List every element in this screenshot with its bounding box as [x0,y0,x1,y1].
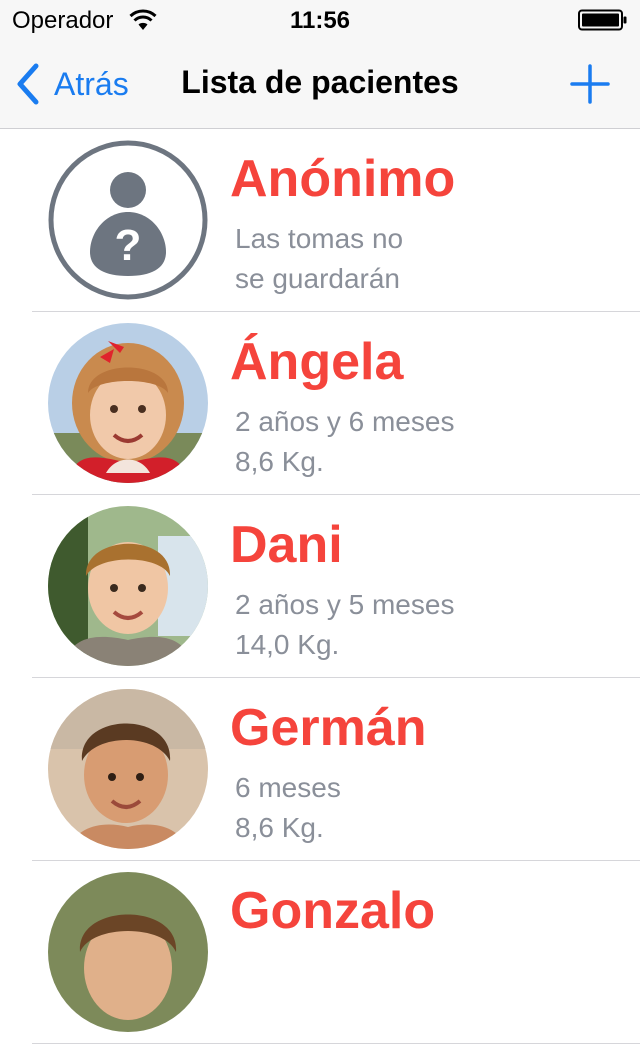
patient-weight: 14,0 Kg. [235,629,340,660]
battery-icon [578,9,627,31]
patient-detail-1: Las tomas no [235,223,404,254]
patient-age: 2 años y 6 meses [235,406,455,437]
patient-name: Anónimo [230,150,456,208]
patient-row-german[interactable]: Germán 6 meses 8,6 Kg. [0,678,640,861]
patient-name: Germán [230,699,427,757]
patient-name: Dani [230,516,343,574]
patient-detail-2: se guardarán [235,263,401,294]
patient-age: 2 años y 5 meses [235,589,455,620]
page-title: Lista de pacientes [181,64,459,100]
status-bar: Operador 11:56 [0,0,640,40]
patient-age: 6 meses [235,772,341,803]
patient-row-anonimo[interactable]: ? Anónimo Las tomas no se guardarán [0,129,640,312]
patient-name: Ángela [230,333,404,391]
patient-photo [48,872,208,1032]
patient-name: Gonzalo [230,882,436,940]
patient-row-angela[interactable]: Ángela 2 años y 6 meses 8,6 Kg. [0,312,640,495]
patient-photo [48,506,208,666]
patient-weight: 8,6 Kg. [235,446,324,477]
patient-photo [48,323,208,483]
anonymous-avatar-icon: ? [48,140,208,300]
patient-row-gonzalo[interactable]: Gonzalo [0,861,640,1044]
clock: 11:56 [289,7,351,34]
patient-list: ? Anónimo Las tomas no se guardarán Ánge… [0,129,640,1044]
patient-row-dani[interactable]: Dani 2 años y 5 meses 14,0 Kg. [0,495,640,678]
add-patient-button[interactable] [566,60,614,108]
patient-photo [48,689,208,849]
navigation-bar: Atrás Lista de pacientes [0,40,640,129]
patient-weight: 8,6 Kg. [235,812,324,843]
svg-text:?: ? [115,221,142,270]
